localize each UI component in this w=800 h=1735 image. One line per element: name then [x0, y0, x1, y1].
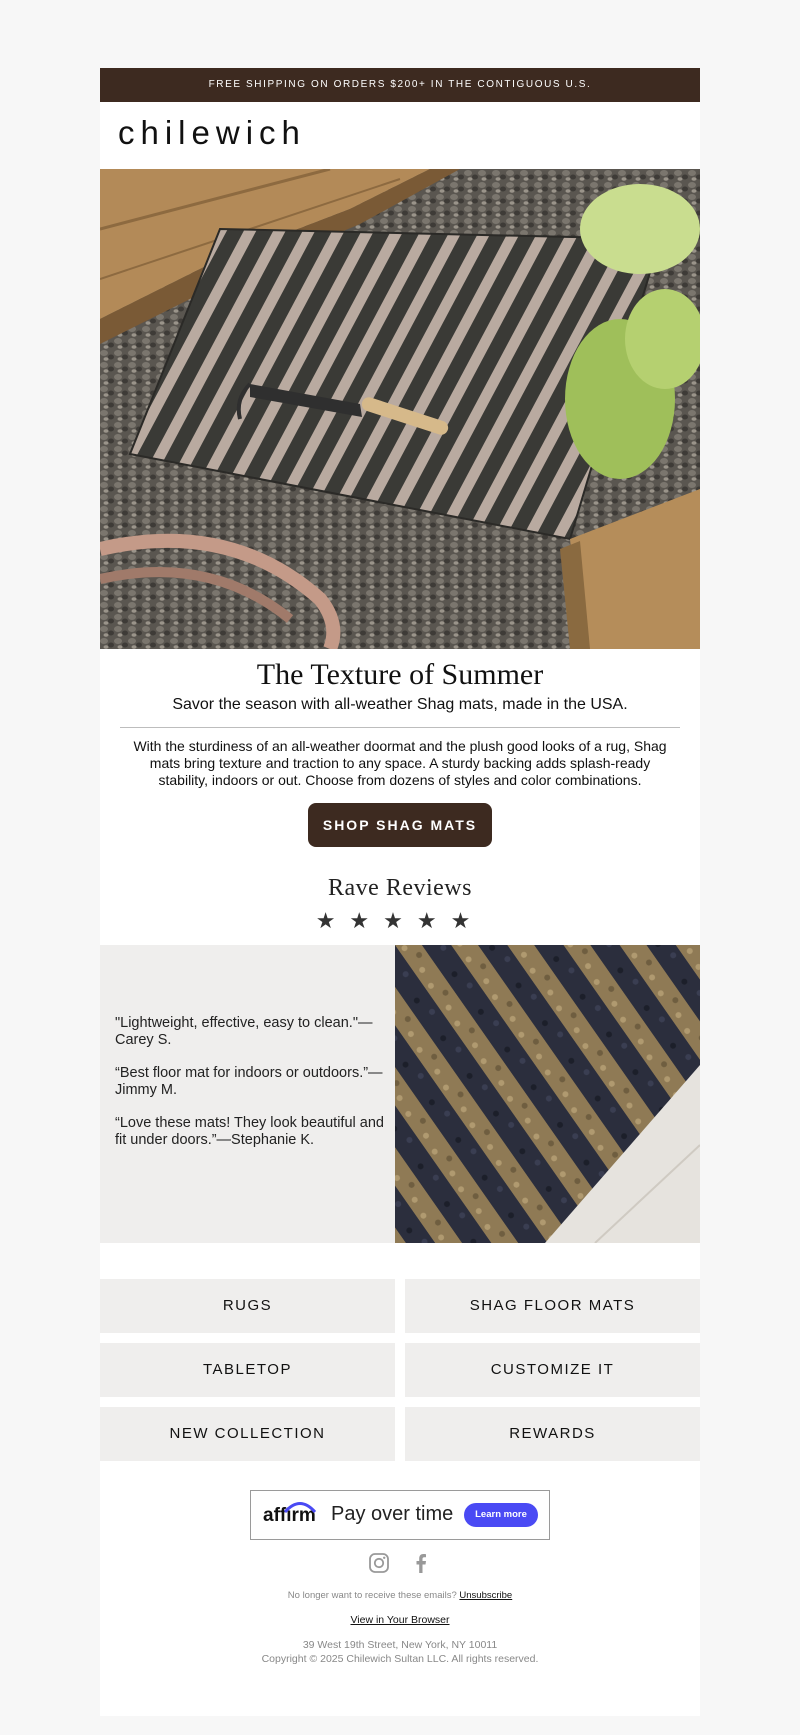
view-in-browser-link[interactable]: View in Your Browser: [350, 1614, 449, 1626]
instagram-icon[interactable]: [368, 1552, 390, 1574]
review-item: “Love these mats! They look beautiful an…: [115, 1115, 384, 1148]
nav-rewards-button[interactable]: REWARDS: [405, 1407, 700, 1461]
hero-title: The Texture of Summer: [256, 658, 544, 691]
unsubscribe-text: No longer want to receive these emails?: [287, 1590, 457, 1601]
nav-customize-it-button[interactable]: CUSTOMIZE IT: [405, 1343, 700, 1397]
nav-rugs-button[interactable]: RUGS: [100, 1279, 395, 1333]
review-item: “Best floor mat for indoors or outdoors.…: [115, 1065, 383, 1098]
facebook-icon[interactable]: [410, 1552, 432, 1574]
unsubscribe-link[interactable]: Unsubscribe: [459, 1590, 512, 1601]
copyright: Copyright © 2025 Chilewich Sultan LLC. A…: [261, 1653, 539, 1665]
star-rating: ★★★★★: [315, 908, 485, 933]
shop-shag-mats-button[interactable]: SHOP SHAG MATS: [308, 803, 492, 847]
shipping-banner[interactable]: FREE SHIPPING ON ORDERS $200+ IN THE CON…: [100, 68, 700, 102]
hero-image[interactable]: [100, 169, 700, 649]
affirm-text: Pay over time: [331, 1503, 454, 1525]
nav-new-collection-button[interactable]: NEW COLLECTION: [100, 1407, 395, 1461]
hero-subtitle: Savor the season with all-weather Shag m…: [172, 696, 628, 713]
company-address: 39 West 19th Street, New York, NY 10011: [302, 1639, 498, 1651]
nav-tabletop-button[interactable]: TABLETOP: [100, 1343, 395, 1397]
unsubscribe-line: No longer want to receive these emails? …: [100, 1590, 700, 1601]
affirm-arc-icon: [283, 1502, 317, 1513]
footer-address-block: 39 West 19th Street, New York, NY 10011 …: [100, 1638, 700, 1666]
review-list: "Lightweight, effective, easy to clean."…: [115, 1015, 385, 1165]
review-item: "Lightweight, effective, easy to clean."…: [115, 1015, 373, 1048]
affirm-learn-more-button[interactable]: Learn more: [464, 1503, 538, 1527]
view-in-browser: View in Your Browser: [100, 1614, 700, 1626]
reviews-panel: "Lightweight, effective, easy to clean."…: [100, 945, 395, 1243]
shag-mat-closeup-image[interactable]: [395, 945, 700, 1243]
nav-shag-floor-mats-button[interactable]: SHAG FLOOR MATS: [405, 1279, 700, 1333]
affirm-banner[interactable]: affirm Pay over time Learn more: [250, 1490, 550, 1540]
divider: [120, 727, 680, 728]
brand-logo[interactable]: chilewich: [118, 114, 306, 152]
hero-body: With the sturdiness of an all-weather do…: [133, 738, 667, 788]
reviews-title: Rave Reviews: [328, 875, 472, 901]
email-container: FREE SHIPPING ON ORDERS $200+ IN THE CON…: [100, 68, 700, 1716]
